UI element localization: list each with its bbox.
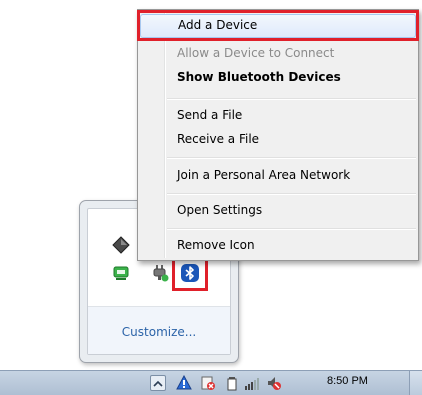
show-desktop-button[interactable] bbox=[409, 371, 422, 395]
media-icon[interactable] bbox=[200, 375, 216, 391]
menu-item-receive-a-file[interactable]: Receive a File bbox=[140, 128, 416, 150]
menu-item-show-bluetooth-devices[interactable]: Show Bluetooth Devices bbox=[140, 66, 416, 88]
action-center-flag-icon[interactable] bbox=[176, 374, 192, 391]
menu-separator bbox=[167, 228, 416, 229]
menu-item-allow-a-device-to-connect: Allow a Device to Connect bbox=[177, 46, 335, 60]
show-hidden-icons-chevron[interactable] bbox=[150, 375, 166, 391]
menu-item-add-a-device[interactable]: Add a Device bbox=[140, 14, 416, 38]
power-plug-icon[interactable] bbox=[150, 263, 170, 283]
signal-bars-icon[interactable] bbox=[244, 375, 260, 391]
bluetooth-context-menu: Add a Device Allow a Device to Connect S… bbox=[137, 9, 419, 261]
taskbar: 8:50 PM bbox=[0, 370, 422, 395]
menu-item-open-settings[interactable]: Open Settings bbox=[140, 199, 416, 221]
menu-item-remove-icon[interactable]: Remove Icon bbox=[140, 234, 416, 256]
network-adapter-icon[interactable] bbox=[111, 263, 131, 283]
battery-icon[interactable] bbox=[224, 375, 240, 391]
menu-separator bbox=[167, 98, 416, 99]
volume-muted-icon[interactable] bbox=[266, 375, 282, 391]
flyout-footer: Customize... bbox=[88, 307, 230, 354]
bluetooth-icon bbox=[181, 264, 199, 282]
menu-separator bbox=[167, 193, 416, 194]
taskbar-clock[interactable]: 8:50 PM bbox=[327, 375, 368, 387]
menu-separator bbox=[167, 157, 416, 158]
menu-item-send-a-file[interactable]: Send a File bbox=[140, 104, 416, 126]
customize-link[interactable]: Customize... bbox=[88, 325, 230, 339]
diamond-icon[interactable] bbox=[111, 235, 131, 255]
menu-item-join-a-personal-area-network[interactable]: Join a Personal Area Network bbox=[140, 164, 416, 186]
